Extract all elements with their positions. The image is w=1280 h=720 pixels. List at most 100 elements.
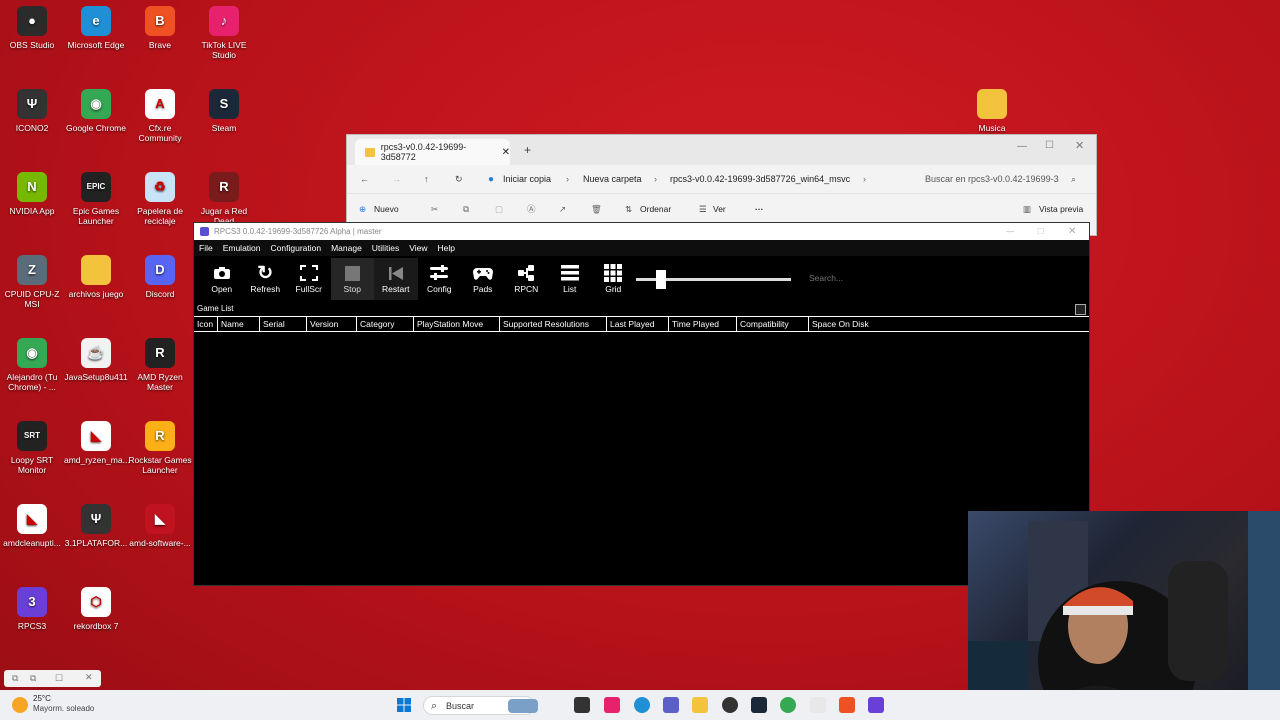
column-header-last-played[interactable]: Last Played (607, 317, 669, 331)
desktop-icon[interactable]: B Brave (128, 6, 192, 50)
menu-file[interactable]: File (199, 243, 213, 253)
forward-icon[interactable]: → (392, 174, 401, 184)
copy-icon[interactable]: ⧉ (463, 204, 469, 215)
desktop-icon[interactable]: ● OBS Studio (0, 6, 64, 50)
desktop-icon[interactable]: archivos juego (64, 255, 128, 299)
game-list-body[interactable] (194, 332, 1089, 584)
close-button[interactable]: ✕ (1075, 139, 1084, 152)
column-header-playstation-move[interactable]: PlayStation Move (414, 317, 500, 331)
menu-configuration[interactable]: Configuration (271, 243, 322, 253)
menu-view[interactable]: View (409, 243, 427, 253)
desktop-icon[interactable]: A Cfx.re Community (128, 89, 192, 143)
desktop-icon[interactable]: 3 RPCS3 (0, 587, 64, 631)
cfx-icon[interactable] (810, 697, 826, 713)
weather-desc[interactable]: Mayorm. soleado (33, 704, 94, 713)
column-header-space-on-disk[interactable]: Space On Disk (809, 317, 1089, 331)
float-dock-icon[interactable] (1075, 304, 1086, 315)
column-header-category[interactable]: Category (357, 317, 414, 331)
view-button[interactable]: Ver (713, 204, 726, 214)
desktop-icon[interactable]: ◣ amd_ryzen_ma... (64, 421, 130, 465)
desktop-icon[interactable]: Ψ 3.1PLATAFOR... (64, 504, 128, 548)
tiktok-icon[interactable] (604, 697, 620, 713)
list-button[interactable]: List (548, 258, 592, 300)
desktop-icon[interactable]: R Rockstar Games Launcher (128, 421, 192, 475)
breadcrumb-item[interactable]: Nueva carpeta (583, 174, 642, 184)
desktop-icon[interactable]: ◣ amdcleanupti... (0, 504, 64, 548)
slider-handle[interactable] (656, 270, 666, 289)
desktop-icon[interactable]: Musica (960, 89, 1024, 133)
desktop-icon[interactable]: D Discord (128, 255, 192, 299)
desktop-icon[interactable]: S Steam (192, 89, 256, 133)
rpcn-button[interactable]: RPCN (505, 258, 549, 300)
minimize-button[interactable]: — (1006, 227, 1014, 236)
minimize-button[interactable]: — (1017, 141, 1027, 152)
rpcs3-window[interactable]: RPCS3 0.0.42-19699-3d587726 Alpha | mast… (193, 222, 1090, 586)
close-tab-icon[interactable]: ✕ (502, 147, 510, 158)
menu-utilities[interactable]: Utilities (372, 243, 399, 253)
teams-icon[interactable] (663, 697, 679, 713)
edge-icon[interactable] (634, 697, 650, 713)
pads-button[interactable]: Pads (461, 258, 505, 300)
explorer-search-input[interactable]: Buscar en rpcs3-v0.0.42-19699-3 (925, 174, 1059, 184)
column-header-name[interactable]: Name (218, 317, 260, 331)
desktop-icon[interactable]: Ψ ICONO2 (0, 89, 64, 133)
menu-emulation[interactable]: Emulation (223, 243, 261, 253)
column-header-supported-resolutions[interactable]: Supported Resolutions (500, 317, 607, 331)
breadcrumb-item[interactable]: Iniciar copia (503, 174, 551, 184)
maximize-button[interactable]: ☐ (1037, 227, 1044, 236)
taskbar-search-input[interactable]: ⌕ Buscar (423, 696, 538, 715)
back-icon[interactable]: ← (360, 174, 369, 184)
maximize-icon[interactable]: ☐ (55, 673, 63, 684)
delete-icon[interactable]: 🗑 (591, 204, 602, 215)
stop-button[interactable]: Stop (330, 258, 374, 300)
taskbar-preview-strip[interactable]: ⧉ ⧉ ☐ ✕ (4, 670, 101, 687)
file-explorer-icon[interactable] (692, 697, 708, 713)
weather-temp[interactable]: 25°C (33, 694, 51, 703)
refresh-icon[interactable]: ↻ (455, 174, 463, 185)
new-button[interactable]: Nuevo (374, 204, 399, 214)
chrome-icon[interactable] (780, 697, 796, 713)
desktop-icon[interactable]: ♻ Papelera de reciclaje (128, 172, 192, 226)
desktop-icon[interactable]: ☕ JavaSetup8u411 (64, 338, 128, 382)
column-header-compatibility[interactable]: Compatibility (737, 317, 809, 331)
file-explorer-window[interactable]: rpcs3-v0.0.42-19699-3d58772 ✕ + — ☐ ✕ ← … (346, 134, 1097, 236)
explorer-tab[interactable]: rpcs3-v0.0.42-19699-3d58772 ✕ (355, 139, 510, 165)
preview-button[interactable]: Vista previa (1039, 204, 1083, 214)
game-search-input[interactable]: Search... (809, 273, 843, 283)
up-icon[interactable]: ↑ (424, 174, 429, 184)
open-button[interactable]: Open (200, 258, 244, 300)
grid-button[interactable]: Grid (592, 258, 636, 300)
column-header-time-played[interactable]: Time Played (669, 317, 737, 331)
cut-icon[interactable]: ✂ (431, 204, 438, 215)
menu-help[interactable]: Help (437, 243, 454, 253)
restart-button[interactable]: Restart (374, 258, 418, 300)
menu-manage[interactable]: Manage (331, 243, 362, 253)
desktop-icon[interactable]: ⬡ rekordbox 7 (64, 587, 128, 631)
column-header-version[interactable]: Version (307, 317, 357, 331)
desktop-icon[interactable]: ♪ TikTok LIVE Studio (192, 6, 256, 60)
desktop-icon[interactable]: R AMD Ryzen Master (128, 338, 192, 392)
desktop-icon[interactable]: ◣ amd-software-... (128, 504, 192, 548)
desktop-icon[interactable]: Z CPUID CPU-Z MSI (0, 255, 64, 309)
desktop-icon[interactable]: ◉ Alejandro (Tu Chrome) - ... (0, 338, 64, 392)
desktop-icon[interactable]: ◉ Google Chrome (64, 89, 128, 133)
restore-icon[interactable]: ⧉ (12, 673, 18, 684)
desktop-icon[interactable]: N NVIDIA App (0, 172, 64, 216)
icon-size-slider[interactable] (636, 270, 791, 289)
share-icon[interactable]: ↗ (559, 204, 566, 215)
new-tab-button[interactable]: + (524, 143, 531, 157)
more-options-button[interactable]: ··· (755, 204, 764, 214)
column-header-icon[interactable]: Icon (194, 317, 218, 331)
column-header-serial[interactable]: Serial (260, 317, 307, 331)
rpcs3-icon[interactable] (868, 697, 884, 713)
steam-icon[interactable] (751, 697, 767, 713)
desktop-icon[interactable]: EPIC Epic Games Launcher (64, 172, 128, 226)
sort-button[interactable]: Ordenar (640, 204, 671, 214)
obs-icon[interactable] (722, 697, 738, 713)
breadcrumb-item[interactable]: rpcs3-v0.0.42-19699-3d587726_win64_msvc (670, 174, 850, 184)
task-view-icon[interactable] (574, 697, 590, 713)
close-button[interactable]: ✕ (1068, 226, 1076, 237)
desktop-icon[interactable]: SRT Loopy SRT Monitor (0, 421, 64, 475)
windows-start-icon[interactable] (397, 698, 411, 712)
restore-icon[interactable]: ⧉ (30, 673, 36, 684)
